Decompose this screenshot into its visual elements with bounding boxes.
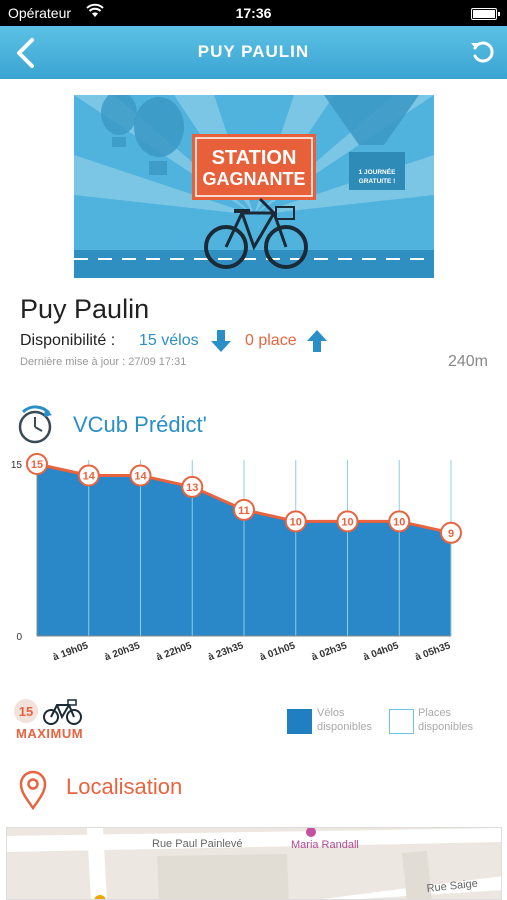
y-tick-label: 15 bbox=[11, 460, 23, 471]
arrow-up-icon bbox=[307, 330, 327, 352]
chart-legend: Vélos disponibles Places disponibles bbox=[287, 706, 497, 740]
data-label: 10 bbox=[341, 516, 353, 528]
legend-bikes-label: Vélos disponibles bbox=[317, 707, 373, 733]
x-tick-label: à 23h35 bbox=[207, 640, 246, 663]
location-map[interactable]: Rue Paul Painlevé Maria Randall Rue Saig… bbox=[6, 827, 502, 900]
data-label: 15 bbox=[31, 459, 43, 471]
capacity-label: MAXIMUM bbox=[16, 726, 84, 741]
station-name: Puy Paulin bbox=[20, 294, 150, 324]
legend-places-label: Places disponibles bbox=[418, 707, 474, 733]
data-label: 9 bbox=[448, 528, 454, 540]
capacity-value: 15 bbox=[19, 704, 33, 719]
x-tick-label: à 19h05 bbox=[52, 640, 91, 663]
battery-icon bbox=[471, 8, 500, 20]
data-label: 10 bbox=[290, 516, 302, 528]
clock: 17:36 bbox=[235, 5, 272, 21]
y-tick-label: 0 bbox=[16, 632, 22, 643]
predict-title: VCub Prédict' bbox=[73, 412, 207, 437]
distance: 240m bbox=[447, 353, 488, 370]
arrow-down-icon bbox=[211, 330, 231, 352]
data-label: 14 bbox=[134, 470, 147, 482]
banner-sign-line2: GRATUITE ! bbox=[359, 178, 396, 185]
banner-sign-line1: 1 JOURNÉE bbox=[359, 167, 397, 176]
last-update: Dernière mise à jour : 27/09 17:31 bbox=[20, 356, 187, 368]
data-label: 10 bbox=[393, 516, 405, 528]
page-title: PUY PAULIN bbox=[197, 42, 310, 61]
x-tick-label: à 04h05 bbox=[362, 640, 401, 663]
legend-bikes-swatch bbox=[287, 709, 312, 734]
clock-predict-icon bbox=[18, 405, 52, 444]
legend-places-swatch bbox=[389, 709, 414, 734]
refresh-icon[interactable] bbox=[467, 36, 499, 68]
availability-chart: 0 15 15 14 14 13 11 10 10 10 9 à 19h05 à 20h35 à 22h0… bbox=[11, 453, 462, 663]
bikes-available: 15 vélos bbox=[139, 332, 199, 349]
banner-title-line1: STATION bbox=[212, 147, 297, 169]
x-tick-label: à 01h05 bbox=[259, 640, 298, 663]
data-label: 13 bbox=[186, 482, 198, 494]
location-pin-icon bbox=[19, 770, 47, 810]
winning-station-banner[interactable]: 1 JOURNÉE GRATUITE ! STATION GAGNANTE bbox=[74, 95, 434, 278]
data-label: 11 bbox=[238, 505, 250, 517]
location-title: Localisation bbox=[66, 774, 183, 799]
map-street-paul-painleve: Rue Paul Painlevé bbox=[152, 838, 243, 850]
nav-bar: PUY PAULIN bbox=[0, 26, 507, 79]
banner-title-line2: GAGNANTE bbox=[203, 169, 306, 189]
x-tick-label: à 22h05 bbox=[155, 640, 194, 663]
places-available: 0 place bbox=[245, 332, 297, 349]
availability-row: Disponibilité : 15 vélos 0 place bbox=[20, 329, 490, 353]
x-tick-label: à 05h35 bbox=[414, 640, 453, 663]
x-tick-label: à 20h35 bbox=[103, 640, 142, 663]
status-bar: Opérateur 17:36 bbox=[0, 0, 507, 26]
map-poi-maria-randall: Maria Randall bbox=[291, 839, 359, 851]
data-label: 14 bbox=[83, 470, 96, 482]
availability-label: Disponibilité : bbox=[20, 332, 116, 349]
x-tick-label: à 02h35 bbox=[310, 640, 349, 663]
